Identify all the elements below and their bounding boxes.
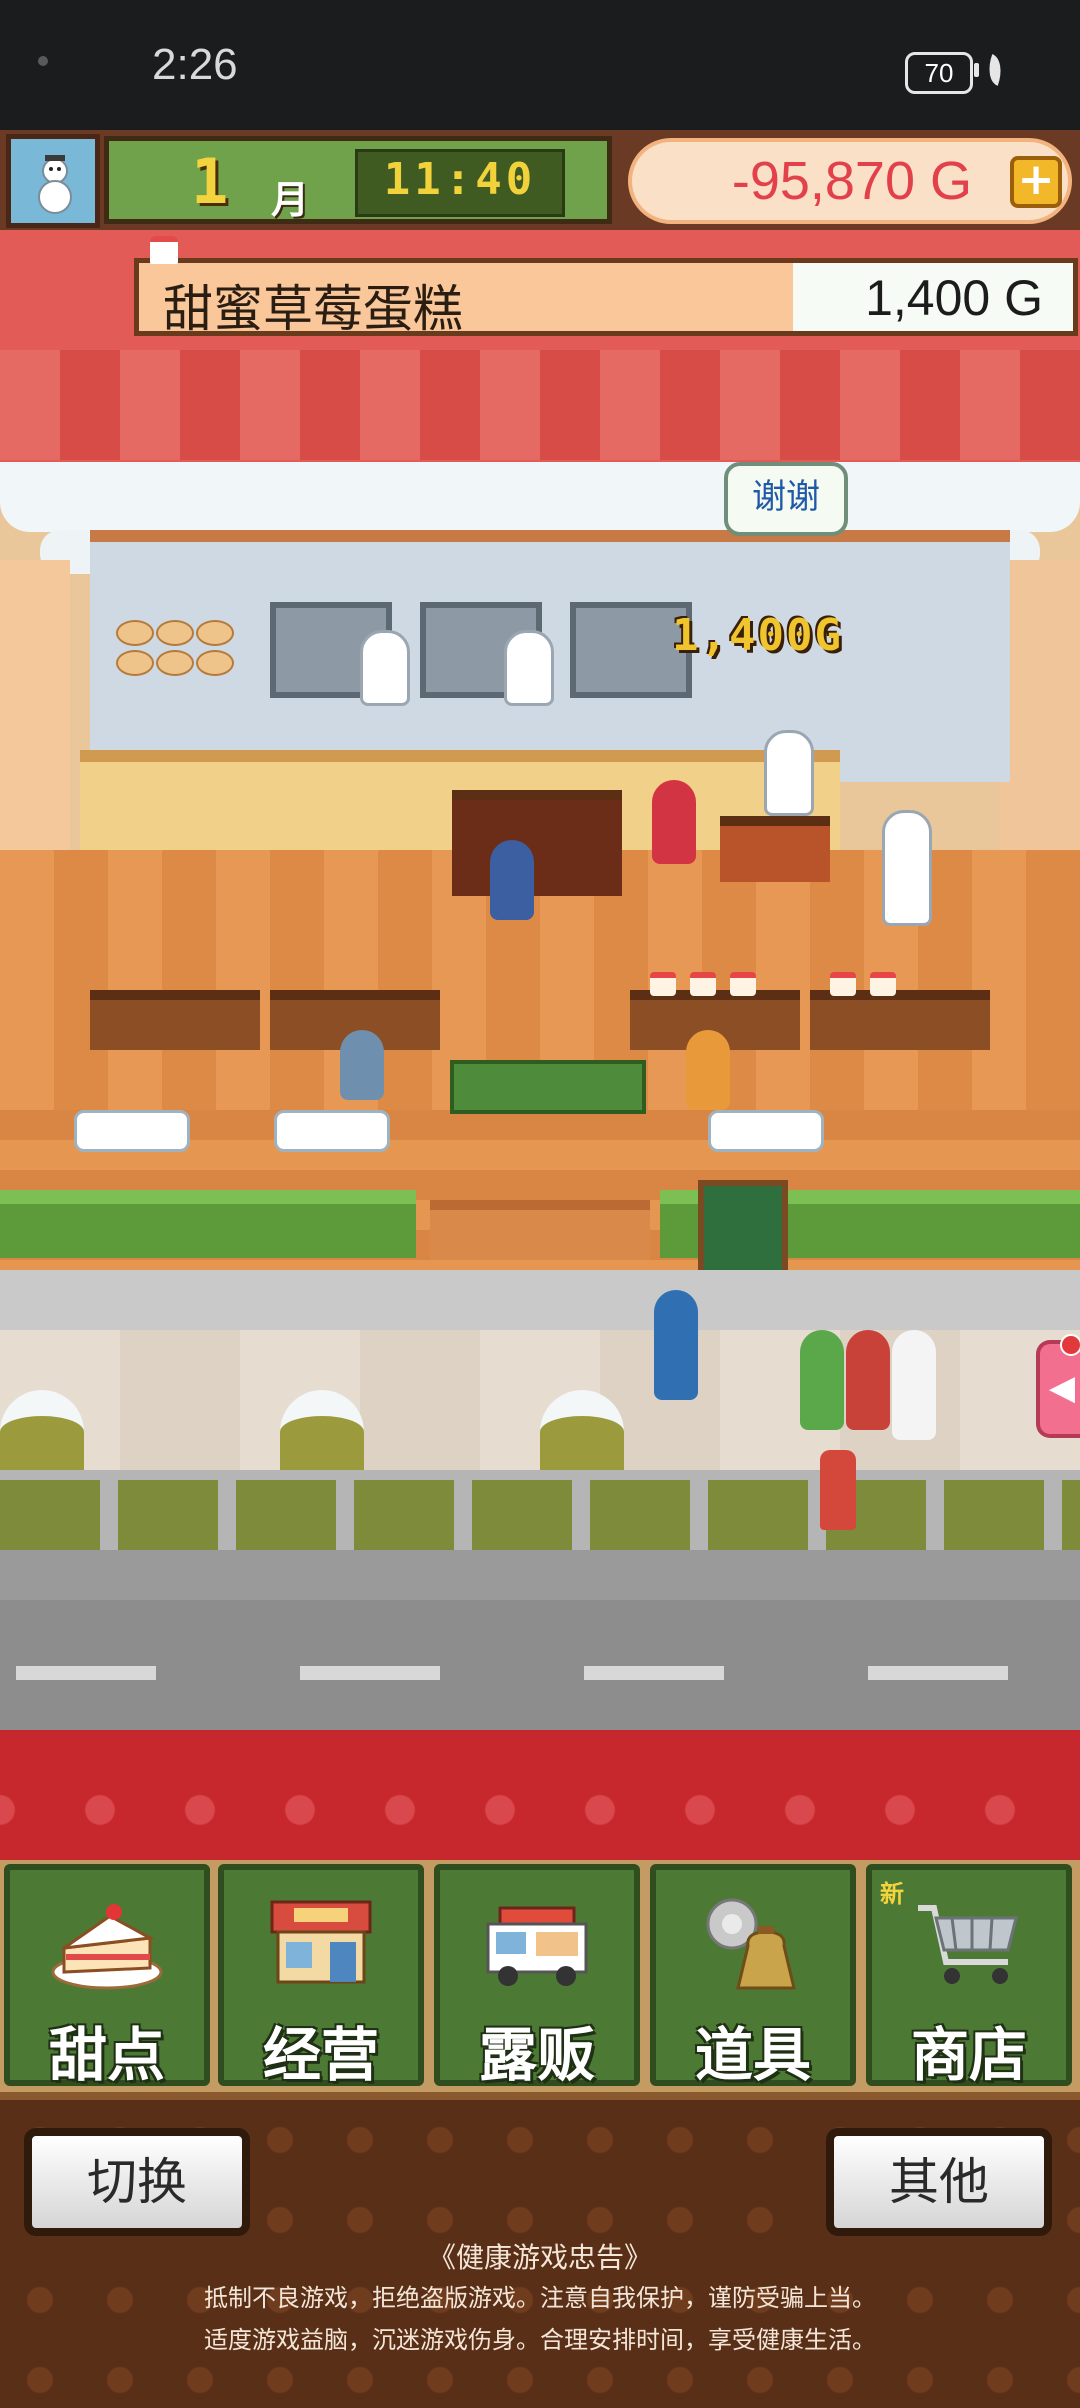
roof-awning [0,350,1080,460]
pedestrian-character [654,1290,698,1400]
clock-box: 11:40 [355,149,565,217]
bread-item [156,650,194,676]
game-scene[interactable]: 甜蜜草莓蛋糕 1,400 G 谢谢 1,400G ◀ [0,230,1080,1860]
lane-marking [868,1666,1008,1680]
flower-hedge [0,1190,416,1258]
pedestrian-character [800,1330,844,1430]
fire-hydrant [820,1450,856,1530]
bread-shelf [90,990,260,1050]
bread-item [196,620,234,646]
bread-item [196,650,234,676]
pedestrian-character [846,1330,890,1430]
speech-bubble: 谢谢 [724,462,848,536]
cake-item [870,972,896,996]
menu-button-store[interactable]: 新 商店 [866,1864,1072,2089]
cafe-table [708,1110,824,1152]
chef-character [360,630,410,706]
player-avatar[interactable] [6,134,100,228]
money-amount: -95,870 G [731,151,972,211]
decorative-band [0,1730,1080,1860]
roof-snow [0,462,1080,532]
chef-character [504,630,554,706]
cake-item [690,972,716,996]
menu-label-manage: 经营 [262,2021,379,2089]
lane-marking [584,1666,724,1680]
lane-marking [300,1666,440,1680]
menu-label-dessert: 甜点 [48,2021,165,2089]
customer-character [340,1030,384,1100]
bread-item [116,620,154,646]
menu-label-items: 道具 [694,2021,811,2089]
menu-button-stall[interactable]: 露贩 [434,1864,640,2089]
cake-tag-icon [150,236,178,264]
month-label: 月 [271,178,310,222]
menu-button-dessert[interactable]: 甜点 [4,1864,210,2089]
status-time: 2:26 [152,40,238,89]
cake-item [730,972,756,996]
menu-label-stall: 露贩 [478,2021,595,2089]
menu-button-items[interactable]: 道具 [650,1864,856,2089]
chef-character [882,810,932,926]
display-shelf [452,790,622,896]
other-button[interactable]: 其他 [826,2128,1052,2236]
customer-character [490,840,534,920]
cafe-table [74,1110,190,1152]
customer-character [652,780,696,864]
menu-button-manage[interactable]: 经营 [218,1864,424,2089]
street-fence [0,1470,1080,1558]
sale-popup: 1,400G [672,610,843,661]
product-price-box: 1,400 G [793,263,1073,331]
road-lane [0,1600,1080,1730]
pedestrian-character [892,1330,936,1440]
health-notice-title: 《健康游戏忠告》 [427,2241,652,2274]
health-notice-line: 抵制不良游戏，拒绝盗版游戏。注意自我保护，谨防受骗上当。 [204,2284,876,2312]
cart-icon [918,1905,1018,1984]
battery-tip [974,63,979,77]
money-panel: -95,870 G + [628,138,1072,224]
month-number: 1 [191,145,229,218]
leaf-icon [982,54,1008,86]
health-notice-line: 适度游戏益脑，沉迷游戏伤身。合理安排时间，享受健康生活。 [204,2326,876,2354]
switch-button[interactable]: 切换 [24,2128,250,2236]
main-menu: 甜点 经营 露贩 道具 新 商店 [0,1860,1080,2092]
camera-dot [38,56,48,66]
cake-item [650,972,676,996]
menu-label-store: 商店 [910,2021,1027,2089]
snowman-icon [38,155,72,214]
game-clock: 11:40 [383,154,537,205]
bottom-panel: 切换 其他 《健康游戏忠告》 抵制不良游戏，拒绝盗版游戏。注意自我保护，谨防受骗… [0,2092,1080,2408]
product-price: 1,400 G [865,270,1043,326]
cashier-chef [764,730,814,816]
food-truck-icon [486,1906,588,1986]
new-badge: 新 [880,1880,904,1908]
top-hud: 1 月 11:40 -95,870 G + [0,130,1080,230]
cake-icon [51,1904,163,1990]
bread-item [156,620,194,646]
cake-shelf [810,990,990,1050]
entrance-mat [450,1060,646,1114]
cake-item [830,972,856,996]
battery-icon: 70 [905,52,973,94]
customer-character [686,1030,730,1110]
curb [0,1270,1080,1330]
entrance-steps [430,1200,650,1260]
add-money-button[interactable]: + [1010,156,1062,208]
shop-icon [270,1900,372,1984]
status-bar: 2:26 70 [0,0,1080,130]
product-banner: 甜蜜草莓蛋糕 1,400 G [134,258,1078,338]
lane-marking [16,1666,156,1680]
date-panel: 1 月 11:40 [104,136,612,224]
register-counter [720,816,830,882]
bread-item [116,650,154,676]
cafe-table [274,1110,390,1152]
notification-dot [1060,1334,1080,1356]
item-bag-icon [706,1898,796,1990]
product-name: 甜蜜草莓蛋糕 [163,280,463,338]
